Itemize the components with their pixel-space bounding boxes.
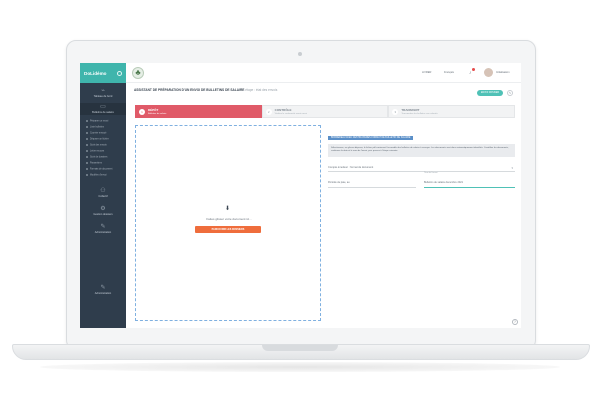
sidebar-item-admin[interactable]: ✎ Administration — [80, 224, 126, 234]
help-icon[interactable]: ? — [512, 319, 518, 325]
user-icon: ✎ — [100, 224, 106, 230]
sidebar: DoLidémo ⌁ Tableau de bord ▭ Bulletins d… — [80, 63, 126, 328]
top-bar: ♣ LIVRER Français ♪ Initialisation — [126, 63, 521, 83]
download-icon: ⬇ — [225, 206, 231, 212]
send-title-field[interactable]: Titre de l'envoi Bulletins de salaire dé… — [424, 172, 515, 188]
step-description: Vérifiez la conformité avant envoi — [274, 113, 307, 115]
instructions-box: Sélectionnez, au glisser-déposer, le fic… — [328, 144, 515, 157]
chart-icon: ⌁ — [101, 88, 105, 94]
sidebar-subitem[interactable]: Déposer un fichier — [86, 138, 109, 141]
gear-icon: ⚙ — [100, 206, 106, 212]
sidebar-item-label: Bulletins de salaire — [92, 111, 114, 114]
people-icon: ⚇ — [100, 188, 106, 194]
step-description: Bulletins de salaire — [148, 113, 167, 115]
field-label: Titre de l'envoi — [424, 172, 438, 174]
sidebar-subitem[interactable]: Courrier envoyé — [86, 132, 106, 135]
sidebar-subitem[interactable]: Formats de document — [86, 168, 112, 171]
page-title-text: ASSISTANT DE PRÉPARATION D'UN ENVOI DE B… — [134, 88, 245, 92]
file-dropzone[interactable]: ⬇ Faites glisser votre document ici... P… — [135, 125, 321, 321]
sidebar-subitem[interactable]: Modèles d'envoi — [86, 174, 107, 177]
sidebar-subitem[interactable]: Suivi des envois — [86, 144, 107, 147]
field-value: Période de paie, au — [328, 181, 350, 184]
laptop-frame: DoLidémo ⌁ Tableau de bord ▭ Bulletins d… — [0, 0, 600, 418]
page-subtitle: étape : état des envois — [245, 88, 278, 92]
tree-logo-icon: ♣ — [132, 67, 144, 79]
step-transfer[interactable]: 3 TRANSFERT Transmettez les bulletins au… — [388, 105, 516, 118]
step-description: Transmettez les bulletins aux salariés — [401, 113, 438, 115]
notification-badge — [472, 68, 475, 71]
step-label: CONTRÔLE — [274, 108, 292, 112]
sidebar-item-label: Administration — [94, 231, 112, 234]
sidebar-item-admin-2[interactable]: ✎ Administration — [80, 285, 126, 295]
main-content: ASSISTANT DE PRÉPARATION D'UN ENVOI DE B… — [126, 83, 521, 328]
sidebar-subitem[interactable]: Lettre recours — [86, 150, 104, 153]
brand-bar[interactable]: DoLidémo — [80, 63, 126, 83]
language-select[interactable]: Français — [444, 71, 454, 74]
brand-toggle-icon[interactable] — [117, 70, 122, 76]
step-control[interactable]: 2 CONTRÔLE Vérifiez la conformité avant … — [261, 105, 389, 118]
format-select[interactable]: Compte émetteur : format de document ▾ — [328, 164, 515, 172]
avatar[interactable] — [484, 68, 493, 77]
laptop-notch — [262, 345, 338, 351]
folder-icon: ▭ — [100, 104, 106, 110]
sidebar-item-payslips[interactable]: ▭ Bulletins de salaire — [80, 103, 126, 115]
format-select-value: Compte émetteur : format de document — [328, 166, 374, 169]
laptop-shadow — [40, 362, 560, 372]
step-number: 1 — [139, 109, 145, 115]
step-label: DÉPÔT — [148, 108, 159, 112]
dropzone-text: Faites glisser votre document ici... — [206, 217, 252, 221]
sidebar-item-dashboard[interactable]: ⌁ Tableau de bord — [80, 88, 126, 98]
page-title: ASSISTANT DE PRÉPARATION D'UN ENVOI DE B… — [134, 88, 277, 92]
sidebar-item-label: Administration — [94, 292, 112, 295]
sidebar-item-label: Collectif — [98, 195, 108, 198]
chevron-down-icon: ▾ — [511, 166, 513, 170]
field-value: Bulletins de salaire décembre 2021 — [424, 181, 464, 184]
format-tag: BORDEREAU AVEC DESTINATAIRES FORMAT DE B… — [328, 136, 414, 140]
step-deposit[interactable]: 1 DÉPÔT Bulletins de salaire — [135, 105, 262, 118]
step-number: 2 — [265, 109, 272, 115]
user-name[interactable]: Initialisation — [496, 71, 510, 74]
edit-icon[interactable]: ✎ — [507, 90, 513, 96]
camera-icon — [298, 52, 302, 56]
sidebar-subitem[interactable]: Liste bulletins — [86, 126, 104, 129]
sidebar-subitem[interactable]: Suivi de dossiers — [86, 156, 107, 159]
sidebar-item-collective[interactable]: ⚇ Collectif — [80, 188, 126, 198]
settings-panel: BORDEREAU AVEC DESTINATAIRES FORMAT DE B… — [328, 125, 515, 188]
topbar-link[interactable]: LIVRER — [422, 71, 431, 74]
sidebar-item-label: Tableau de bord — [93, 95, 113, 98]
sidebar-item-label: Gestion dossiers — [93, 213, 113, 216]
sidebar-item-files[interactable]: ⚙ Gestion dossiers — [80, 206, 126, 216]
step-number: 3 — [392, 109, 399, 115]
pay-period-field[interactable]: Période de paie, au — [328, 176, 416, 188]
send-file-button[interactable]: ENVOI DOSSIER — [477, 90, 503, 96]
app-screen: DoLidémo ⌁ Tableau de bord ▭ Bulletins d… — [80, 63, 521, 328]
sidebar-subitem[interactable]: Préparer un envoi — [86, 120, 108, 123]
user-icon: ✎ — [100, 285, 106, 291]
brand-name: DoLidémo — [84, 70, 107, 76]
bell-icon[interactable]: ♪ — [469, 70, 472, 76]
browse-files-button[interactable]: PARCOURIR LES DOSSIERS — [195, 226, 261, 233]
wizard-steps: 1 DÉPÔT Bulletins de salaire 2 CONTRÔLE … — [135, 105, 516, 118]
sidebar-subitem[interactable]: Paramètres — [86, 162, 102, 165]
step-label: TRANSFERT — [401, 108, 420, 112]
